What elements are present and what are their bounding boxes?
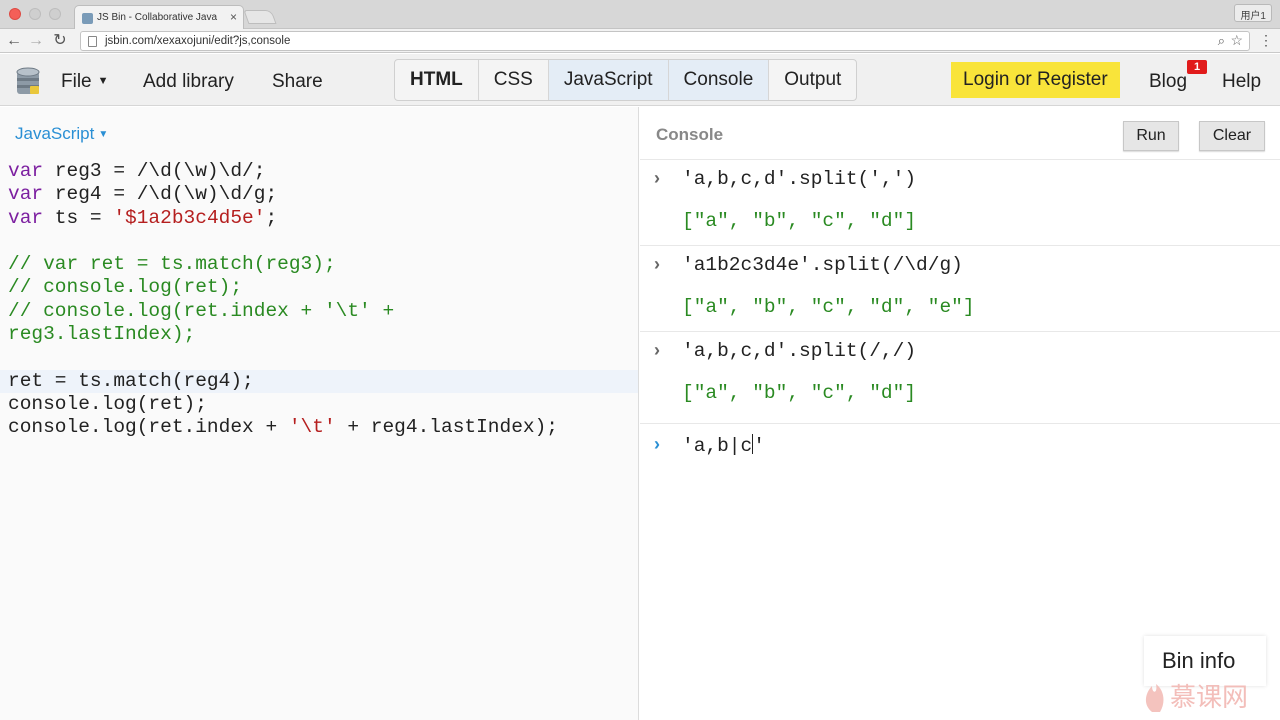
tab-close-icon[interactable]: × [230, 10, 237, 24]
clear-button[interactable]: Clear [1199, 121, 1265, 151]
panel-toggle-group: HTML CSS JavaScript Console Output [394, 59, 858, 101]
address-bar-row: ← → ↻ jsbin.com/xexaxojuni/edit?js,conso… [0, 29, 1280, 53]
code-token: ret = ts.match(reg4); [8, 369, 254, 392]
code-token: reg4 = /\d(\w)\d/g; [43, 183, 278, 206]
imooc-watermark-icon: 慕课网 [1145, 683, 1248, 713]
prompt-chevron-icon: › [654, 340, 660, 360]
code-line: var reg4 = /\d(\w)\d/g; [8, 183, 558, 206]
browser-menu-icon[interactable]: ⋮ [1259, 32, 1273, 48]
code-token: var [8, 160, 44, 182]
page-icon [88, 36, 97, 47]
browser-titlebar: JS Bin - Collaborative Java × 用户1 [0, 0, 1280, 29]
panel-tab-javascript[interactable]: JavaScript [548, 60, 669, 100]
code-token: reg3 = /\d(\w)\d/; [43, 160, 266, 182]
console-title: Console [656, 125, 724, 144]
jsbin-logo-icon[interactable] [14, 66, 42, 96]
language-selector[interactable]: JavaScript ▼ [15, 124, 108, 144]
prompt-chevron-icon: › [654, 168, 660, 188]
code-line: var reg3 = /\d(\w)\d/; [8, 160, 558, 183]
prompt-chevron-icon: › [654, 254, 660, 274]
profile-badge[interactable]: 用户1 [1234, 4, 1272, 22]
panel-tab-output[interactable]: Output [769, 60, 856, 100]
new-tab-button[interactable] [243, 10, 277, 24]
reload-icon[interactable]: ↻ [50, 31, 70, 51]
minimize-window-button[interactable] [29, 8, 41, 20]
code-token: // console.log(ret); [8, 276, 243, 299]
console-input-text: 'a1b2c3d4e'.split(/\d/g) [682, 254, 963, 276]
panel-tab-css[interactable]: CSS [479, 60, 549, 100]
code-token: // console.log(ret.index + '\t' + [8, 299, 395, 322]
console-output-text: ["a", "b", "c", "d"] [682, 382, 917, 404]
language-label: JavaScript [15, 124, 95, 143]
add-library-button[interactable]: Add library [143, 71, 234, 93]
help-link[interactable]: Help [1222, 71, 1261, 93]
code-token: '$1a2b3c4d5e' [113, 206, 266, 229]
file-menu-label: File [61, 71, 92, 92]
forward-arrow-icon[interactable]: → [26, 31, 46, 51]
current-input-before-cursor: 'a,b|c [682, 435, 753, 457]
console-current-input[interactable]: 'a,b|c' [682, 434, 765, 457]
code-token: var [8, 206, 44, 229]
code-line: reg3.lastIndex); [8, 323, 558, 346]
code-area[interactable]: var reg3 = /\d(\w)\d/; var reg4 = /\d(\w)… [8, 160, 558, 440]
code-token: var [8, 183, 44, 206]
file-menu[interactable]: File ▼ [61, 71, 109, 93]
panel-tab-html[interactable]: HTML [395, 60, 479, 100]
current-input-after-cursor: ' [753, 435, 765, 457]
tab-title: JS Bin - Collaborative Java [97, 12, 218, 23]
code-line: console.log(ret.index + '\t' + reg4.last… [8, 416, 558, 439]
javascript-editor-panel[interactable]: JavaScript ▼ var reg3 = /\d(\w)\d/; var re… [0, 107, 639, 720]
console-input-text: 'a,b,c,d'.split(/,/) [682, 340, 917, 362]
console-entry: › 'a,b,c,d'.split(',') ["a", "b", "c", "… [640, 159, 1280, 245]
zoom-icon[interactable]: ⌕ [1218, 33, 1225, 49]
console-output-text: ["a", "b", "c", "d", "e"] [682, 296, 975, 318]
console-entry: › 'a,b,c,d'.split(/,/) ["a", "b", "c", "… [640, 331, 1280, 423]
code-line: // var ret = ts.match(reg3); [8, 253, 558, 276]
jsbin-toolbar: File ▼ Add library Share HTML CSS JavaScr… [0, 54, 1280, 106]
back-arrow-icon[interactable]: ← [4, 31, 24, 51]
close-window-button[interactable] [9, 8, 21, 20]
code-token: reg3.lastIndex); [8, 323, 196, 346]
bookmark-star-icon[interactable]: ☆ [1230, 32, 1243, 49]
jsbin-favicon-icon [82, 13, 93, 24]
url-input[interactable]: jsbin.com/xexaxojuni/edit?js,console ⌕ ☆ [80, 31, 1250, 51]
code-token: ts = [43, 206, 114, 229]
console-input-line[interactable]: › 'a,b|c' [640, 423, 1280, 483]
console-panel: Console Run Clear › 'a,b,c,d'.split(',')… [640, 107, 1280, 720]
console-input-text: 'a,b,c,d'.split(',') [682, 168, 917, 190]
console-entry: › 'a1b2c3d4e'.split(/\d/g) ["a", "b", "c… [640, 245, 1280, 331]
code-token: '\t' [288, 416, 336, 439]
browser-tab[interactable]: JS Bin - Collaborative Java × [74, 5, 244, 29]
url-text: jsbin.com/xexaxojuni/edit?js,console [105, 35, 291, 47]
chevron-down-icon: ▼ [97, 75, 109, 87]
console-output-text: ["a", "b", "c", "d"] [682, 210, 917, 232]
code-line: // console.log(ret); [8, 276, 558, 299]
code-line: console.log(ret); [8, 393, 558, 416]
code-token: console.log(ret); [8, 392, 207, 415]
share-button[interactable]: Share [272, 71, 323, 93]
login-register-button[interactable]: Login or Register [951, 62, 1120, 98]
run-button[interactable]: Run [1123, 121, 1179, 151]
chevron-down-icon: ▼ [98, 129, 109, 140]
prompt-chevron-icon: › [654, 434, 660, 454]
code-line: // console.log(ret.index + '\t' + [8, 300, 558, 323]
code-line: var ts = '$1a2b3c4d5e'; [8, 207, 558, 230]
watermark-text: 慕课网 [1170, 683, 1248, 713]
code-line: ret = ts.match(reg4); [8, 370, 558, 393]
code-token: // var ret = ts.match(reg3); [8, 253, 336, 276]
panel-tab-console[interactable]: Console [668, 60, 770, 100]
code-token: ; [265, 206, 278, 229]
blog-link[interactable]: Blog [1149, 71, 1187, 93]
code-token: console.log(ret.index + [8, 416, 289, 439]
code-token: + reg4.lastIndex); [335, 416, 559, 439]
maximize-window-button[interactable] [49, 8, 61, 20]
blog-notification-badge: 1 [1187, 60, 1207, 74]
